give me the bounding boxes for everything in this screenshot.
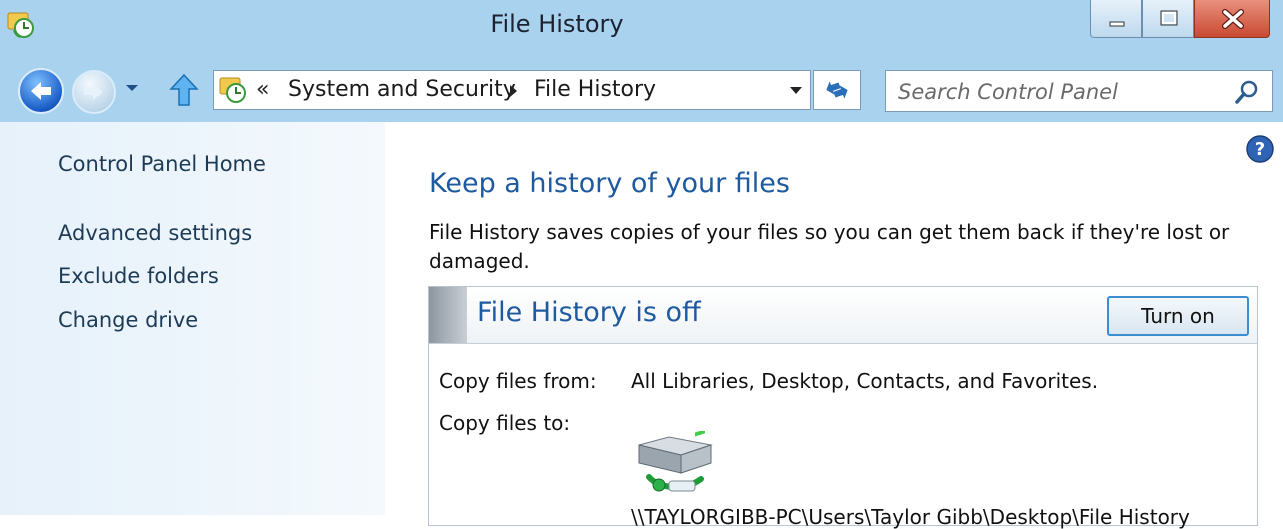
status-title: File History is off	[477, 297, 701, 328]
search-icon[interactable]	[1234, 79, 1260, 105]
close-icon	[1222, 9, 1244, 29]
back-button[interactable]	[18, 68, 64, 114]
turn-on-button[interactable]: Turn on	[1107, 296, 1249, 336]
network-drive-icon	[629, 429, 721, 501]
search-input[interactable]	[896, 75, 1230, 109]
sidebar: Control Panel Home Advanced settings Exc…	[0, 122, 385, 515]
copy-to-label: Copy files to:	[439, 411, 571, 435]
address-bar[interactable]: « System and Security File History	[213, 70, 811, 110]
forward-arrow-icon	[84, 84, 103, 100]
up-button[interactable]	[168, 72, 200, 108]
breadcrumb-overflow[interactable]: «	[256, 77, 269, 102]
help-icon[interactable]: ?	[1245, 134, 1275, 164]
up-arrow-icon	[169, 73, 199, 106]
status-indicator	[429, 287, 467, 343]
window-title: File History	[490, 10, 624, 38]
svg-text:?: ?	[1255, 139, 1265, 160]
title-bar: File History	[0, 0, 1283, 58]
copy-from-label: Copy files from:	[439, 369, 597, 393]
copy-from-value: All Libraries, Desktop, Contacts, and Fa…	[631, 369, 1099, 393]
page-title: Keep a history of your files	[429, 168, 790, 199]
file-history-icon	[218, 75, 248, 105]
sidebar-item-advanced-settings[interactable]: Advanced settings	[58, 221, 252, 245]
sidebar-item-control-panel-home[interactable]: Control Panel Home	[58, 152, 266, 176]
main-content: ? Keep a history of your files File Hist…	[385, 122, 1283, 529]
chevron-down-icon	[126, 85, 138, 91]
recent-pages-dropdown[interactable]	[124, 80, 140, 96]
breadcrumb-separator[interactable]	[510, 85, 517, 97]
breadcrumb-system-and-security[interactable]: System and Security	[288, 77, 516, 102]
minimize-button[interactable]	[1090, 0, 1142, 38]
sidebar-item-exclude-folders[interactable]: Exclude folders	[58, 264, 219, 288]
refresh-icon	[826, 81, 848, 99]
maximize-button[interactable]	[1142, 0, 1194, 38]
forward-button[interactable]	[72, 70, 116, 114]
back-arrow-icon	[31, 82, 51, 100]
minimize-icon	[1109, 21, 1125, 27]
sidebar-item-change-drive[interactable]: Change drive	[58, 308, 198, 332]
navigation-bar: « System and Security File History	[0, 58, 1283, 122]
maximize-icon	[1160, 10, 1178, 26]
address-dropdown-icon[interactable]	[790, 87, 802, 94]
breadcrumb-file-history[interactable]: File History	[534, 77, 656, 102]
file-history-status-panel: File History is off Turn on Copy files f…	[428, 286, 1258, 529]
refresh-button[interactable]	[813, 70, 861, 110]
search-box[interactable]	[885, 70, 1273, 112]
status-header: File History is off Turn on	[429, 287, 1257, 344]
page-description: File History saves copies of your files …	[429, 220, 1230, 273]
close-button[interactable]	[1194, 0, 1270, 38]
copy-to-path: \\TAYLORGIBB-PC\Users\Taylor Gibb\Deskto…	[631, 505, 1190, 529]
